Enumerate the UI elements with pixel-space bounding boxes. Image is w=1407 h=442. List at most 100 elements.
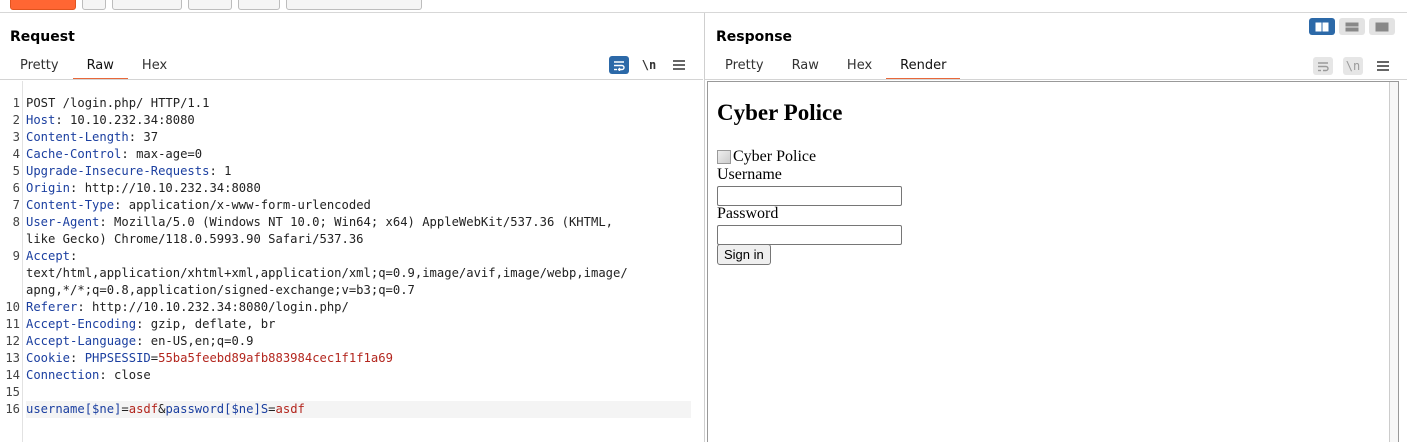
request-title: Request — [10, 29, 75, 45]
line-number: 15 — [5, 385, 20, 399]
code-line[interactable]: Upgrade-Insecure-Requests: 1 — [26, 163, 691, 180]
request-tab-raw[interactable]: Raw — [72, 57, 128, 80]
code-token: Host — [26, 113, 56, 127]
code-token: : close — [99, 368, 151, 382]
code-line[interactable]: Content-Type: application/x-www-form-url… — [26, 197, 691, 214]
request-tabs: Pretty Raw Hex — [6, 57, 181, 80]
code-line[interactable]: POST /login.php/ HTTP/1.1 — [26, 95, 691, 112]
code-token: POST /login.php/ HTTP/1.1 — [26, 96, 210, 110]
response-tabs-divider — [705, 79, 1407, 80]
code-token: like Gecko) Chrome/118.0.5993.90 Safari/… — [26, 232, 364, 246]
response-title: Response — [716, 29, 793, 45]
password-label: Password — [717, 205, 779, 222]
code-token: : Mozilla/5.0 (Windows NT 10.0; Win64; x… — [99, 215, 613, 229]
cancel-button[interactable] — [82, 0, 106, 10]
request-tab-hex[interactable]: Hex — [128, 57, 181, 78]
split-vertical-icon[interactable] — [1339, 18, 1365, 35]
code-token: PHPSESSID — [84, 351, 151, 365]
code-token: 55ba5feebd89afb883984cec1f1f1a69 — [158, 351, 393, 365]
code-token: text/html,application/xhtml+xml,applicat… — [26, 266, 628, 280]
code-token: : application/x-www-form-urlencoded — [114, 198, 371, 212]
line-number: 3 — [12, 130, 20, 144]
render-scrollbar[interactable] — [1389, 82, 1398, 442]
request-editor[interactable]: 1 2 3 4 5 6 7 8 9 10 11 12 13 14 15 16 POST /login.php/… — [0, 81, 703, 442]
code-line[interactable]: Cookie: PHPSESSID=55ba5feebd89afb883984c… — [26, 350, 691, 367]
code-token: Upgrade-Insecure-Requests — [26, 164, 210, 178]
code-line[interactable]: Referer: http://10.10.232.34:8080/login.… — [26, 299, 691, 316]
line-number: 2 — [12, 113, 20, 127]
send-button[interactable] — [10, 0, 76, 10]
line-number: 16 — [5, 402, 20, 416]
request-tabs-divider — [0, 79, 703, 80]
split-horizontal-icon[interactable] — [1309, 18, 1335, 35]
broken-image-icon — [717, 150, 731, 164]
word-wrap-toggle-icon[interactable] — [1313, 57, 1333, 75]
menu-icon[interactable] — [669, 56, 689, 74]
word-wrap-toggle-icon[interactable] — [609, 56, 629, 74]
history-next-button[interactable] — [238, 0, 280, 10]
code-line[interactable]: text/html,application/xhtml+xml,applicat… — [26, 265, 691, 282]
code-line[interactable]: Cache-Control: max-age=0 — [26, 146, 691, 163]
code-token: asdf — [275, 402, 305, 416]
history-back-button[interactable] — [112, 0, 182, 10]
target-field[interactable] — [286, 0, 422, 10]
code-token: Referer — [26, 300, 78, 314]
code-line[interactable]: Accept-Language: en-US,en;q=0.9 — [26, 333, 691, 350]
code-line[interactable]: Accept-Encoding: gzip, deflate, br — [26, 316, 691, 333]
single-pane-icon[interactable] — [1369, 18, 1395, 35]
response-tabs: Pretty Raw Hex Render — [711, 57, 961, 80]
line-number: 8 — [12, 215, 20, 229]
response-tab-raw[interactable]: Raw — [778, 57, 833, 78]
code-line[interactable]: apng,*/*;q=0.8,application/signed-exchan… — [26, 282, 691, 299]
line-number: 6 — [12, 181, 20, 195]
image-alt-text: Cyber Police — [733, 148, 817, 165]
username-input[interactable] — [717, 186, 902, 206]
code-token: Cache-Control — [26, 147, 122, 161]
newline-toggle-icon[interactable]: \n — [639, 56, 659, 74]
menu-icon[interactable] — [1373, 57, 1393, 75]
code-line[interactable]: Host: 10.10.232.34:8080 — [26, 112, 691, 129]
code-line[interactable]: Content-Length: 37 — [26, 129, 691, 146]
code-token: = — [121, 402, 129, 416]
code-token: User-Agent — [26, 215, 100, 229]
code-line[interactable]: Connection: close — [26, 367, 691, 384]
code-token: asdf — [128, 402, 159, 416]
response-pane: Response Pretty Raw Hex Render \n Cyber Pol… — [704, 13, 1407, 442]
request-tab-pretty[interactable]: Pretty — [6, 57, 73, 78]
line-number: 4 — [12, 147, 20, 161]
code-line[interactable]: like Gecko) Chrome/118.0.5993.90 Safari/… — [26, 231, 691, 248]
code-token: Origin — [26, 181, 71, 195]
response-tab-hex[interactable]: Hex — [833, 57, 886, 78]
response-toolbar: \n — [1313, 57, 1393, 75]
response-tab-render[interactable]: Render — [886, 57, 961, 80]
code-token: : gzip, deflate, br — [136, 317, 276, 331]
line-number: 10 — [5, 300, 20, 314]
page-heading: Cyber Police — [717, 100, 843, 125]
code-token: : http://10.10.232.34:8080/login.php/ — [77, 300, 349, 314]
code-line[interactable]: User-Agent: Mozilla/5.0 (Windows NT 10.0… — [26, 214, 691, 231]
line-number: 14 — [5, 368, 20, 382]
code-token: Accept — [26, 249, 71, 263]
line-number: 12 — [5, 334, 20, 348]
code-line[interactable]: Origin: http://10.10.232.34:8080 — [26, 180, 691, 197]
newline-toggle-icon[interactable]: \n — [1343, 57, 1363, 75]
code-line[interactable]: Accept: — [26, 248, 691, 265]
code-token: Content-Length — [26, 130, 129, 144]
code-token: Connection — [26, 368, 100, 382]
code-token: apng,*/*;q=0.8,application/signed-exchan… — [26, 283, 415, 297]
history-forward-button[interactable] — [188, 0, 232, 10]
code-token: Accept-Encoding — [26, 317, 137, 331]
code-token: : — [70, 351, 85, 365]
code-line[interactable]: username[$ne]=asdf&password[$ne]S=asdf — [26, 401, 691, 418]
layout-toggle-group — [1309, 18, 1395, 35]
sign-in-button[interactable]: Sign in — [717, 244, 771, 265]
request-pane: Request Pretty Raw Hex \n 1 2 3 4 5 6 7 8 9 10 11 12 1… — [0, 13, 703, 442]
code-token: Cookie — [26, 351, 71, 365]
response-tab-pretty[interactable]: Pretty — [711, 57, 778, 78]
rendered-page: Cyber Police Cyber Police Username Passw… — [707, 81, 1399, 442]
top-toolbar-strip — [0, 0, 1407, 13]
password-input[interactable] — [717, 225, 902, 245]
code-token: Content-Type — [26, 198, 115, 212]
code-token: : max-age=0 — [121, 147, 203, 161]
broken-image: Cyber Police — [717, 148, 816, 166]
